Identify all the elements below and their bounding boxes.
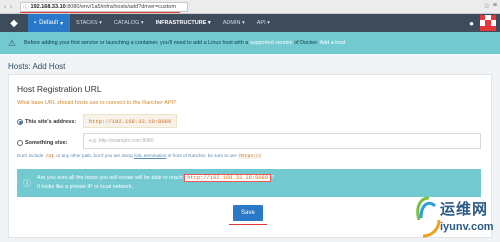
ssl-termination-link[interactable]: SSL termination	[134, 153, 167, 158]
custom-url-input[interactable]: e.g. http://example.com:8080	[83, 133, 481, 149]
radio-this-site[interactable]: This site's address:	[17, 119, 76, 125]
help-code-v1: /v1	[44, 154, 55, 159]
alert-line-1-after: ?	[271, 175, 274, 181]
menu-icon[interactable]: ≡	[493, 2, 497, 10]
cow-icon: ▪	[34, 20, 37, 26]
info-circle-icon: ⓘ	[23, 178, 31, 188]
question-text: What base URL should hosts use to connec…	[17, 100, 177, 106]
watermark-text: 运维网	[440, 201, 489, 218]
info-banner: ⚠ Before adding your first service or la…	[0, 32, 500, 54]
this-site-address: http://192.168.33.10:8080	[83, 114, 177, 128]
add-host-link[interactable]: Add a host	[320, 40, 346, 46]
back-icon[interactable]: ‹	[4, 2, 7, 11]
help-text: Don't include /v1 or any other path, but…	[17, 153, 263, 159]
help-code-https: https://	[238, 154, 263, 159]
section-heading: Host Registration URL	[17, 84, 102, 94]
warning-icon: ⚠	[7, 37, 17, 48]
annotation-underline	[20, 12, 180, 13]
info-icon[interactable]: ⓘ	[23, 3, 29, 11]
forward-icon[interactable]: ›	[10, 2, 13, 11]
banner-text-before: Before adding your first service or laun…	[24, 40, 250, 46]
nav-infrastructure-label: INFRASTRUCTURE	[155, 20, 207, 26]
address-bar[interactable]: ⓘ 192.168.33.10 :8080/env/1a5/infra/host…	[20, 2, 188, 12]
url-host: 192.168.33.10	[30, 4, 66, 10]
page-title: Hosts: Add Host	[8, 62, 66, 71]
banner-text-mid: of Docker.	[292, 40, 320, 46]
annotation-underline-save	[229, 224, 267, 225]
nav-stacks-label: STACKS	[76, 20, 98, 26]
private-ip-alert: ⓘ Are you sure all the hosts you will cr…	[17, 169, 481, 197]
alert-url: http://192.168.33.10:8080	[184, 174, 271, 182]
browser-nav: ‹ ›	[4, 2, 12, 11]
nav-admin[interactable]: ADMIN ▾	[217, 14, 251, 32]
avatar[interactable]	[480, 15, 496, 31]
environment-switcher[interactable]: ▪ Default ▾	[28, 14, 70, 32]
radio-something-else-label: Something else:	[25, 140, 68, 146]
radio-dot-selected[interactable]	[17, 119, 23, 125]
nav-catalog[interactable]: CATALOG ▾	[108, 14, 150, 32]
rancher-logo-icon[interactable]: ◆	[0, 14, 28, 32]
radio-something-else[interactable]: Something else:	[17, 140, 67, 146]
url-path: :8080/env/1a5/infra/hosts/add?driver=cus…	[65, 4, 176, 10]
environment-label: Default	[39, 20, 59, 26]
alert-line-2: It looks like a private IP or local netw…	[37, 184, 134, 190]
supported-version-link[interactable]: supported version	[250, 40, 293, 46]
nav-infrastructure[interactable]: INFRASTRUCTURE ▾	[150, 14, 217, 32]
browser-actions: ☆ ≡	[484, 2, 497, 10]
alert-message: Are you sure all the hosts you will crea…	[37, 174, 274, 192]
help-mid: or any other path, but if you are doing	[54, 153, 134, 158]
star-icon[interactable]: ☆	[484, 2, 490, 10]
nav-catalog-label: CATALOG	[113, 20, 140, 26]
chevron-down-icon: ▾	[60, 20, 64, 27]
radio-dot[interactable]	[17, 140, 23, 146]
save-button[interactable]: Save	[233, 205, 263, 221]
banner-text: Before adding your first service or laun…	[24, 40, 345, 46]
radio-this-site-label: This site's address:	[25, 119, 77, 125]
nav-api[interactable]: API ▾	[251, 14, 276, 32]
top-navigation: ◆ ▪ Default ▾ STACKS ▾ CATALOG ▾ INFRAST…	[0, 14, 500, 32]
nav-api-label: API	[256, 20, 266, 26]
help-after: in front of Rancher, be sure to use	[166, 153, 239, 158]
nav-stacks[interactable]: STACKS ▾	[70, 14, 108, 32]
help-before: Don't include	[17, 153, 45, 158]
alert-line-1: Are you sure all the hosts you will crea…	[37, 174, 274, 183]
browser-toolbar: ‹ › ⓘ 192.168.33.10 :8080/env/1a5/infra/…	[0, 0, 500, 14]
nav-admin-label: ADMIN	[222, 20, 241, 26]
github-icon[interactable]: ●	[469, 19, 474, 28]
alert-line-1-before: Are you sure all the hosts you will crea…	[37, 175, 185, 181]
watermark-url: iyunv.com	[440, 221, 494, 233]
